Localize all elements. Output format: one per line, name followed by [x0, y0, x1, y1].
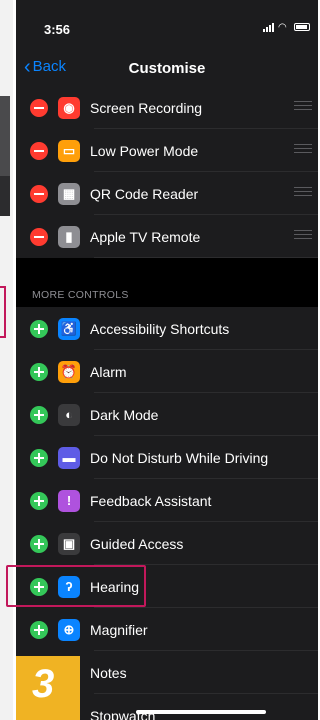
list-item[interactable]: ▭ Low Power Mode — [16, 129, 318, 172]
reorder-handle-icon[interactable] — [294, 101, 312, 113]
add-control-icon[interactable] — [30, 620, 48, 639]
alarm-icon: ⏰ — [58, 360, 80, 383]
qr-code-icon: ▦ — [58, 182, 80, 205]
list-item[interactable]: ▦ QR Code Reader — [16, 172, 318, 215]
add-control-icon[interactable] — [30, 491, 48, 510]
list-item[interactable]: ! Feedback Assistant — [16, 479, 318, 522]
feedback-icon: ! — [58, 489, 80, 512]
remote-icon: ▮ — [58, 225, 80, 248]
status-icons: ◠ — [263, 22, 310, 32]
reorder-handle-icon[interactable] — [294, 144, 312, 156]
list-item[interactable]: ⊕ Magnifier — [16, 608, 318, 651]
add-control-icon[interactable] — [30, 405, 48, 424]
list-item-label: Accessibility Shortcuts — [90, 320, 230, 337]
lock-icon: ▣ — [58, 532, 80, 555]
list-item-label: Hearing — [90, 578, 140, 595]
battery-icon: ▭ — [58, 139, 80, 162]
remove-control-icon[interactable] — [30, 227, 48, 246]
magnifier-icon: ⊕ — [58, 618, 80, 641]
add-control-icon[interactable] — [30, 319, 48, 338]
status-bar: 3:56 ◠ — [16, 0, 318, 44]
screen-recording-icon: ◉ — [58, 96, 80, 119]
remove-control-icon[interactable] — [30, 98, 48, 117]
list-item[interactable]: ʔ Hearing — [16, 565, 318, 608]
list-item-label: Feedback Assistant — [90, 492, 212, 509]
list-item[interactable]: ◐ Dark Mode — [16, 393, 318, 436]
section-header-label: MORE CONTROLS — [32, 289, 129, 301]
list-item[interactable]: ♿ Accessibility Shortcuts — [16, 307, 318, 350]
phone-screen: 3:56 ◠ ‹ Back Customise ◉ Screen Recordin… — [16, 0, 318, 720]
accessibility-icon: ♿ — [58, 317, 80, 340]
add-control-icon[interactable] — [30, 577, 48, 596]
status-time: 3:56 — [44, 22, 71, 37]
signal-icon — [263, 22, 274, 32]
section-header: MORE CONTROLS — [16, 264, 318, 307]
add-control-icon[interactable] — [30, 534, 48, 553]
list-item-label: Magnifier — [90, 621, 148, 638]
list-item-label: Screen Recording — [90, 99, 203, 116]
list-item[interactable]: ▮ Apple TV Remote — [16, 215, 318, 258]
wifi-icon: ◠ — [278, 21, 287, 33]
list-item-label: Guided Access — [90, 535, 184, 552]
dark-mode-icon: ◐ — [58, 403, 80, 426]
previous-screenshot-fragment — [0, 176, 10, 216]
list-item-label: Low Power Mode — [90, 142, 199, 159]
list-item-label: QR Code Reader — [90, 185, 199, 202]
step-badge: 3 — [16, 656, 80, 720]
list-item-label: Do Not Disturb While Driving — [90, 449, 269, 466]
reorder-handle-icon[interactable] — [294, 230, 312, 242]
reorder-handle-icon[interactable] — [294, 187, 312, 199]
remove-control-icon[interactable] — [30, 141, 48, 160]
list-item[interactable]: ◉ Screen Recording — [16, 86, 318, 129]
previous-screenshot-strip — [0, 0, 13, 720]
list-item[interactable]: ▣ Guided Access — [16, 522, 318, 565]
step-number: 3 — [32, 662, 55, 706]
page-title: Customise — [128, 60, 206, 77]
remove-control-icon[interactable] — [30, 184, 48, 203]
ear-icon: ʔ — [58, 575, 80, 598]
car-icon: ▬ — [58, 446, 80, 469]
list-item-label: Dark Mode — [90, 406, 159, 423]
battery-icon — [294, 23, 310, 31]
navigation-bar: ‹ Back Customise — [16, 44, 318, 88]
add-control-icon[interactable] — [30, 362, 48, 381]
list-item-label: Notes — [90, 664, 127, 681]
home-indicator — [136, 710, 266, 714]
list-item-label: Apple TV Remote — [90, 228, 201, 245]
list-item-label: Alarm — [90, 363, 127, 380]
add-control-icon[interactable] — [30, 448, 48, 467]
list-item[interactable]: ▬ Do Not Disturb While Driving — [16, 436, 318, 479]
previous-highlight-fragment — [0, 286, 6, 338]
list-item[interactable]: ⏰ Alarm — [16, 350, 318, 393]
